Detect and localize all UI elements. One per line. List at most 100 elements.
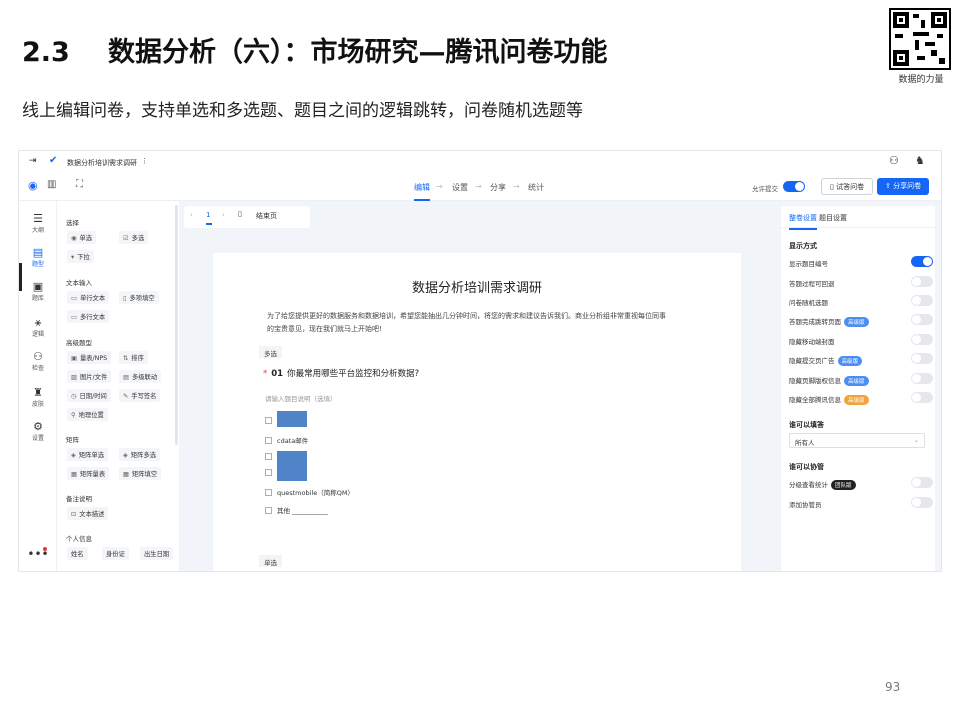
type-id-card[interactable]: 身份证 [102,547,129,560]
type-sort[interactable]: ⇅ 排序 [119,351,148,364]
type-multi-blank[interactable]: ▯ 多项填空 [119,291,159,304]
option-1[interactable] [265,417,277,425]
question-number: 01 [271,369,284,379]
user-icon[interactable]: ⚇ [889,154,899,167]
hide-ad-toggle[interactable] [911,353,933,364]
layout-icon[interactable]: ▥ [47,179,56,190]
type-matrix-blank[interactable]: ▦ 矩阵填空 [119,467,162,480]
type-multi-choice[interactable]: ☑ 多选 [119,231,149,244]
option-4[interactable] [265,469,277,477]
back-icon[interactable]: ⇥ [29,156,37,166]
setting-allow-back: 答题过程可回退 [789,280,835,288]
eye-icon[interactable]: ◉ [28,179,38,192]
rail-item-bank[interactable]: ▣ 题库 [19,281,57,303]
form-title[interactable]: 数据分析培训需求调研 [213,277,741,296]
rail-item-question[interactable]: ▤ 题型 [19,247,57,269]
step-settings[interactable]: 设置 [452,182,468,193]
option-2[interactable]: cdata邮件 [265,435,308,445]
checkbox[interactable] [265,453,272,460]
setting-show-number: 显示题目编号 [789,260,828,268]
add-collab-toggle[interactable] [911,497,933,508]
fullscreen-icon[interactable]: ⛶ [76,179,83,190]
type-multi-line[interactable]: ▭ 多行文本 [67,310,110,323]
end-page-icon: ▯ [238,210,242,218]
type-image-file[interactable]: ▨ 图片/文件 [67,370,112,383]
type-single-line[interactable]: ▭ 单行文本 [67,291,110,304]
required-marker: * [263,369,268,379]
step-share[interactable]: 分享 [490,182,506,193]
page-nav-bar: ‹ 1 › ▯ 结束页 [184,206,310,228]
palette-heading: 文本输入 [66,279,92,287]
type-date-time[interactable]: ◷ 日期/时间 [67,389,111,402]
show-number-toggle[interactable] [911,256,933,267]
option-6[interactable]: 其他 ___________ [265,505,328,515]
rail-label: 题库 [31,295,44,302]
premium-badge: 高级版 [844,395,869,405]
who-fill-select[interactable]: 所有人 ⌄ [789,433,925,448]
preview-button[interactable]: ▯ 试答问卷 [821,178,874,195]
hide-cover-toggle[interactable] [911,334,933,345]
type-dropdown[interactable]: ▾ 下拉 [67,250,94,263]
premium-badge: 高级版 [844,376,869,386]
palette-scrollbar[interactable] [175,205,178,445]
qr-caption: 数据的力量 [898,75,944,85]
prev-page-icon[interactable]: ‹ [190,211,193,219]
option-3[interactable] [265,453,277,461]
type-name[interactable]: 姓名 [67,547,88,560]
tab-question-settings[interactable]: 题目设置 [819,213,847,223]
type-text-description[interactable]: ⊡ 文本描述 [67,507,109,520]
option-5[interactable]: questmobile（简称QM） [265,487,354,497]
arrow-icon: → [436,182,443,191]
premium-badge: 高级版 [844,317,869,327]
type-birthday[interactable]: 出生日期 [140,547,174,560]
hide-footer-toggle[interactable] [911,373,933,384]
checkbox[interactable] [265,437,272,444]
checkbox[interactable] [265,417,272,424]
type-matrix-scale[interactable]: ▦ 矩阵量表 [67,467,110,480]
question-1[interactable]: * 01 你最常用哪些平台监控和分析数据? [263,367,419,379]
more-icon[interactable]: ⋮ [141,157,148,165]
team-badge: 团队版 [831,480,856,490]
type-matrix-single[interactable]: ◈ 矩阵单选 [67,448,109,461]
tiered-stats-toggle[interactable] [911,477,933,488]
chevron-down-icon: ⌄ [913,436,919,444]
type-scale-nps[interactable]: ▣ 量表/NPS [67,351,112,364]
redirect-toggle[interactable] [911,314,933,325]
type-location[interactable]: ⚲ 地理位置 [67,408,108,421]
allow-submit-toggle[interactable] [783,181,805,192]
allow-back-toggle[interactable] [911,276,933,287]
hide-tencent-toggle[interactable] [911,392,933,403]
rail-item-check[interactable]: ⚇ 检查 [19,351,57,373]
page-number: 93 [885,680,901,694]
random-select-toggle[interactable] [911,295,933,306]
rail-item-logic[interactable]: ⚹ 逻辑 [19,317,57,339]
more-dots-icon[interactable]: ••• [19,547,57,561]
next-question-type-tag: 单选 [259,555,282,567]
type-cascade[interactable]: ▤ 多级联动 [119,370,162,383]
step-stats[interactable]: 统计 [528,182,544,193]
end-page-link[interactable]: 结束页 [256,211,277,221]
step-edit[interactable]: 编辑 [414,182,430,201]
type-single-choice[interactable]: ◉ 单选 [67,231,97,244]
type-matrix-multi[interactable]: ◈ 矩阵多选 [119,448,161,461]
share-button[interactable]: ⇪ 分享问卷 [877,178,930,195]
checkbox[interactable] [265,489,272,496]
type-signature[interactable]: ✎ 手写签名 [119,389,161,402]
rail-label: 设置 [31,435,44,442]
palette-heading: 矩阵 [66,436,79,444]
next-page-icon[interactable]: › [222,211,225,219]
checkbox[interactable] [265,469,272,476]
current-page[interactable]: 1 [206,211,210,219]
rail-item-skin[interactable]: ♜ 皮肤 [19,387,57,409]
question-hint[interactable]: 请输入题目说明（选填） [265,393,337,403]
rail-item-settings[interactable]: ⚙ 设置 [19,420,57,443]
divider [781,227,935,228]
setting-hide-tencent: 隐藏全部腾讯信息 高级版 [789,394,869,405]
settings-icon: ⚙ [33,420,43,433]
form-canvas: 数据分析培训需求调研 为了给您提供更好的数据服务和数据培训，希望您能抽出几分钟时… [213,253,741,571]
checkbox[interactable] [265,507,272,514]
rail-item-outline[interactable]: ☰ 大纲 [19,213,57,235]
form-description[interactable]: 为了给您提供更好的数据服务和数据培训，希望您能抽出几分钟时间，将您的需求和建议告… [267,310,667,336]
question-type-tag: 多选 [259,346,282,358]
avatar[interactable]: ♞ [915,154,925,167]
